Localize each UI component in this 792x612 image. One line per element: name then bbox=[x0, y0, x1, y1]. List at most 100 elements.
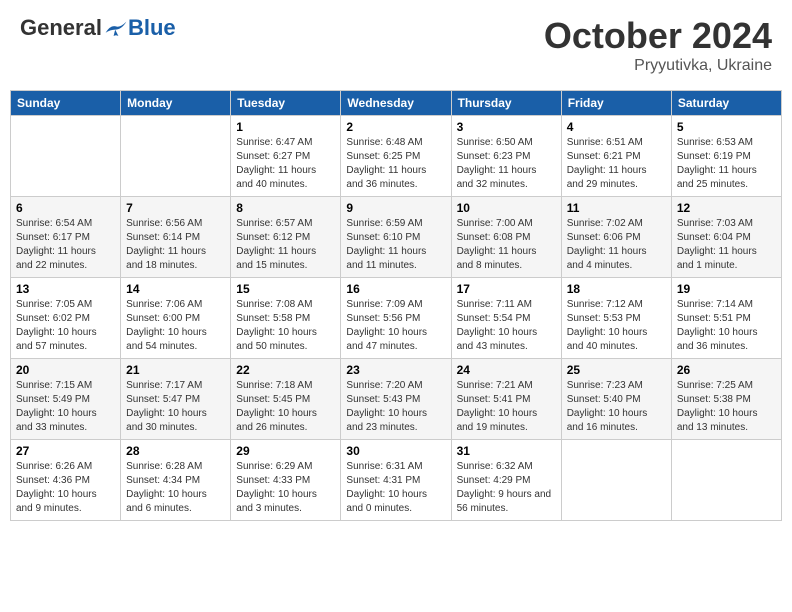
day-number: 3 bbox=[457, 120, 556, 134]
day-number: 9 bbox=[346, 201, 445, 215]
calendar-header-row: SundayMondayTuesdayWednesdayThursdayFrid… bbox=[11, 91, 782, 116]
day-info: Sunrise: 6:56 AMSunset: 6:14 PMDaylight:… bbox=[126, 217, 225, 273]
day-info: Sunrise: 7:20 AMSunset: 5:43 PMDaylight:… bbox=[346, 379, 445, 435]
calendar-day-cell: 3 Sunrise: 6:50 AMSunset: 6:23 PMDaylight… bbox=[451, 116, 561, 197]
day-number: 4 bbox=[567, 120, 666, 134]
calendar-day-cell: 4 Sunrise: 6:51 AMSunset: 6:21 PMDaylight… bbox=[561, 116, 671, 197]
logo-bird-icon bbox=[104, 18, 128, 38]
day-number: 25 bbox=[567, 363, 666, 377]
day-info: Sunrise: 7:08 AMSunset: 5:58 PMDaylight:… bbox=[236, 298, 335, 354]
calendar-day-cell: 8 Sunrise: 6:57 AMSunset: 6:12 PMDaylight… bbox=[231, 197, 341, 278]
calendar-day-cell: 21 Sunrise: 7:17 AMSunset: 5:47 PMDayligh… bbox=[121, 359, 231, 440]
day-number: 24 bbox=[457, 363, 556, 377]
calendar-day-cell: 11 Sunrise: 7:02 AMSunset: 6:06 PMDayligh… bbox=[561, 197, 671, 278]
day-info: Sunrise: 6:50 AMSunset: 6:23 PMDaylight:… bbox=[457, 136, 556, 192]
calendar-day-cell: 23Sunrise: 7:20 AMSunset: 5:43 PMDayligh… bbox=[341, 359, 451, 440]
calendar-day-cell: 6 Sunrise: 6:54 AMSunset: 6:17 PMDaylight… bbox=[11, 197, 121, 278]
day-number: 30 bbox=[346, 444, 445, 458]
calendar-day-cell: 18Sunrise: 7:12 AMSunset: 5:53 PMDayligh… bbox=[561, 278, 671, 359]
day-info: Sunrise: 6:54 AMSunset: 6:17 PMDaylight:… bbox=[16, 217, 115, 273]
calendar-table: SundayMondayTuesdayWednesdayThursdayFrid… bbox=[10, 90, 782, 521]
page-header: General Blue October 2024 Pryyutivka, Uk… bbox=[10, 10, 782, 80]
day-number: 12 bbox=[677, 201, 776, 215]
day-number: 14 bbox=[126, 282, 225, 296]
calendar-day-cell: 10 Sunrise: 7:00 AMSunset: 6:08 PMDayligh… bbox=[451, 197, 561, 278]
day-number: 16 bbox=[346, 282, 445, 296]
calendar-day-cell: 26Sunrise: 7:25 AMSunset: 5:38 PMDayligh… bbox=[671, 359, 781, 440]
day-info: Sunrise: 6:57 AMSunset: 6:12 PMDaylight:… bbox=[236, 217, 335, 273]
calendar-day-cell: 13 Sunrise: 7:05 AMSunset: 6:02 PMDayligh… bbox=[11, 278, 121, 359]
calendar-day-cell: 15 Sunrise: 7:08 AMSunset: 5:58 PMDayligh… bbox=[231, 278, 341, 359]
calendar-day-cell: 1Sunrise: 6:47 AMSunset: 6:27 PMDaylight… bbox=[231, 116, 341, 197]
calendar-day-cell: 20Sunrise: 7:15 AMSunset: 5:49 PMDayligh… bbox=[11, 359, 121, 440]
day-info: Sunrise: 6:26 AMSunset: 4:36 PMDaylight:… bbox=[16, 460, 115, 516]
day-number: 21 bbox=[126, 363, 225, 377]
day-info: Sunrise: 7:12 AMSunset: 5:53 PMDaylight:… bbox=[567, 298, 666, 354]
day-number: 1 bbox=[236, 120, 335, 134]
day-number: 27 bbox=[16, 444, 115, 458]
calendar-day-cell: 17Sunrise: 7:11 AMSunset: 5:54 PMDayligh… bbox=[451, 278, 561, 359]
day-info: Sunrise: 6:53 AMSunset: 6:19 PMDaylight:… bbox=[677, 136, 776, 192]
day-info: Sunrise: 6:51 AMSunset: 6:21 PMDaylight:… bbox=[567, 136, 666, 192]
day-info: Sunrise: 7:23 AMSunset: 5:40 PMDaylight:… bbox=[567, 379, 666, 435]
calendar-day-cell: 27 Sunrise: 6:26 AMSunset: 4:36 PMDayligh… bbox=[11, 440, 121, 521]
day-info: Sunrise: 6:31 AMSunset: 4:31 PMDaylight:… bbox=[346, 460, 445, 516]
day-info: Sunrise: 7:17 AMSunset: 5:47 PMDaylight:… bbox=[126, 379, 225, 435]
day-info: Sunrise: 7:06 AMSunset: 6:00 PMDaylight:… bbox=[126, 298, 225, 354]
calendar-day-cell bbox=[121, 116, 231, 197]
calendar-day-cell: 7Sunrise: 6:56 AMSunset: 6:14 PMDaylight… bbox=[121, 197, 231, 278]
weekday-header: Tuesday bbox=[231, 91, 341, 116]
day-info: Sunrise: 7:25 AMSunset: 5:38 PMDaylight:… bbox=[677, 379, 776, 435]
calendar-day-cell bbox=[671, 440, 781, 521]
day-info: Sunrise: 7:03 AMSunset: 6:04 PMDaylight:… bbox=[677, 217, 776, 273]
weekday-header: Sunday bbox=[11, 91, 121, 116]
day-info: Sunrise: 7:05 AMSunset: 6:02 PMDaylight:… bbox=[16, 298, 115, 354]
day-number: 15 bbox=[236, 282, 335, 296]
logo: General Blue bbox=[20, 15, 176, 41]
day-info: Sunrise: 7:14 AMSunset: 5:51 PMDaylight:… bbox=[677, 298, 776, 354]
day-number: 10 bbox=[457, 201, 556, 215]
day-number: 5 bbox=[677, 120, 776, 134]
calendar-week-row: 1Sunrise: 6:47 AMSunset: 6:27 PMDaylight… bbox=[11, 116, 782, 197]
calendar-week-row: 13 Sunrise: 7:05 AMSunset: 6:02 PMDayligh… bbox=[11, 278, 782, 359]
calendar-day-cell bbox=[11, 116, 121, 197]
calendar-day-cell: 14 Sunrise: 7:06 AMSunset: 6:00 PMDayligh… bbox=[121, 278, 231, 359]
logo-blue-text: Blue bbox=[128, 15, 176, 41]
weekday-header: Thursday bbox=[451, 91, 561, 116]
day-number: 17 bbox=[457, 282, 556, 296]
calendar-day-cell: 25 Sunrise: 7:23 AMSunset: 5:40 PMDayligh… bbox=[561, 359, 671, 440]
day-info: Sunrise: 6:48 AMSunset: 6:25 PMDaylight:… bbox=[346, 136, 445, 192]
calendar-day-cell: 2 Sunrise: 6:48 AMSunset: 6:25 PMDaylight… bbox=[341, 116, 451, 197]
day-number: 11 bbox=[567, 201, 666, 215]
calendar-day-cell: 16 Sunrise: 7:09 AMSunset: 5:56 PMDayligh… bbox=[341, 278, 451, 359]
logo-general-text: General bbox=[20, 15, 102, 41]
calendar-week-row: 20Sunrise: 7:15 AMSunset: 5:49 PMDayligh… bbox=[11, 359, 782, 440]
day-info: Sunrise: 7:09 AMSunset: 5:56 PMDaylight:… bbox=[346, 298, 445, 354]
day-info: Sunrise: 7:18 AMSunset: 5:45 PMDaylight:… bbox=[236, 379, 335, 435]
day-number: 2 bbox=[346, 120, 445, 134]
day-number: 6 bbox=[16, 201, 115, 215]
day-info: Sunrise: 7:02 AMSunset: 6:06 PMDaylight:… bbox=[567, 217, 666, 273]
weekday-header: Saturday bbox=[671, 91, 781, 116]
day-number: 29 bbox=[236, 444, 335, 458]
calendar-week-row: 6 Sunrise: 6:54 AMSunset: 6:17 PMDaylight… bbox=[11, 197, 782, 278]
calendar-day-cell: 29Sunrise: 6:29 AMSunset: 4:33 PMDayligh… bbox=[231, 440, 341, 521]
day-info: Sunrise: 6:59 AMSunset: 6:10 PMDaylight:… bbox=[346, 217, 445, 273]
title-section: October 2024 Pryyutivka, Ukraine bbox=[544, 15, 772, 75]
day-number: 20 bbox=[16, 363, 115, 377]
calendar-day-cell: 5 Sunrise: 6:53 AMSunset: 6:19 PMDaylight… bbox=[671, 116, 781, 197]
day-info: Sunrise: 7:00 AMSunset: 6:08 PMDaylight:… bbox=[457, 217, 556, 273]
weekday-header: Wednesday bbox=[341, 91, 451, 116]
day-number: 28 bbox=[126, 444, 225, 458]
day-info: Sunrise: 6:32 AMSunset: 4:29 PMDaylight:… bbox=[457, 460, 556, 516]
calendar-day-cell: 28 Sunrise: 6:28 AMSunset: 4:34 PMDayligh… bbox=[121, 440, 231, 521]
day-number: 22 bbox=[236, 363, 335, 377]
day-number: 8 bbox=[236, 201, 335, 215]
day-info: Sunrise: 6:28 AMSunset: 4:34 PMDaylight:… bbox=[126, 460, 225, 516]
day-number: 31 bbox=[457, 444, 556, 458]
day-number: 13 bbox=[16, 282, 115, 296]
calendar-week-row: 27 Sunrise: 6:26 AMSunset: 4:36 PMDayligh… bbox=[11, 440, 782, 521]
calendar-day-cell: 22 Sunrise: 7:18 AMSunset: 5:45 PMDayligh… bbox=[231, 359, 341, 440]
calendar-day-cell: 31 Sunrise: 6:32 AMSunset: 4:29 PMDayligh… bbox=[451, 440, 561, 521]
calendar-day-cell: 24Sunrise: 7:21 AMSunset: 5:41 PMDayligh… bbox=[451, 359, 561, 440]
